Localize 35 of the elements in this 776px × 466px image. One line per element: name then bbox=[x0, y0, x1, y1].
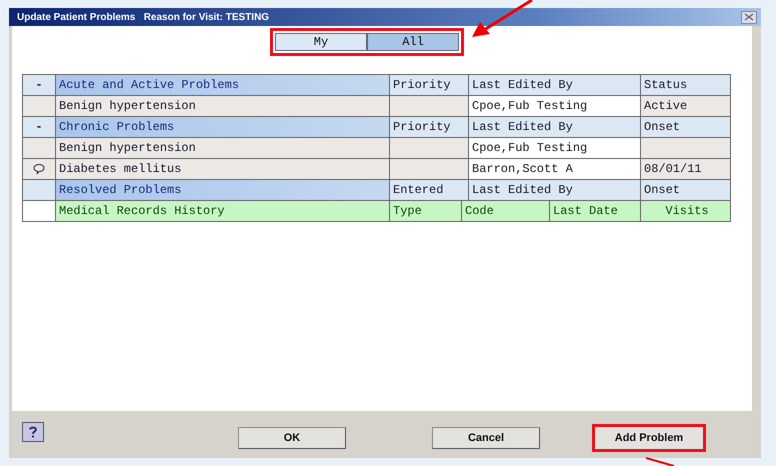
window-title: Update Patient Problems Reason for Visit: TESTING bbox=[17, 12, 270, 22]
close-icon bbox=[744, 13, 754, 21]
dialog-button[interactable]: Cancel bbox=[432, 426, 540, 448]
help-button[interactable] bbox=[22, 422, 44, 442]
column-header: Status bbox=[641, 75, 730, 95]
tab[interactable]: All bbox=[367, 33, 459, 51]
collapse-toggle[interactable]: - bbox=[23, 117, 56, 137]
column-header: Last Edited By bbox=[469, 75, 641, 95]
table-cell: Active bbox=[641, 96, 730, 116]
column-header: Code bbox=[462, 201, 550, 221]
column-header: Last Edited By bbox=[469, 117, 641, 137]
group-header[interactable]: Medical Records History bbox=[56, 201, 390, 221]
problem-name[interactable]: Benign hypertension bbox=[56, 96, 390, 116]
column-header: Visits bbox=[641, 201, 730, 221]
column-header: Onset bbox=[641, 117, 730, 137]
comment-icon bbox=[33, 163, 45, 175]
column-header: Priority bbox=[390, 75, 469, 95]
group-header[interactable]: Acute and Active Problems bbox=[56, 75, 390, 95]
problem-name[interactable]: Benign hypertension bbox=[56, 138, 390, 158]
table-cell: 08/01/11 bbox=[641, 159, 730, 179]
column-header: Type bbox=[390, 201, 462, 221]
tab[interactable]: My bbox=[275, 33, 367, 51]
collapse-toggle[interactable]: - bbox=[23, 75, 56, 95]
dialog-button[interactable]: Add Problem bbox=[595, 426, 703, 448]
column-header: Last Edited By bbox=[469, 180, 641, 200]
column-header: Onset bbox=[641, 180, 730, 200]
column-header: Priority bbox=[390, 117, 469, 137]
column-header: Entered bbox=[390, 180, 469, 200]
group-header[interactable]: Resolved Problems bbox=[56, 180, 390, 200]
problem-name[interactable]: Diabetes mellitus bbox=[56, 159, 390, 179]
help-icon bbox=[27, 424, 39, 438]
column-header: Last Date bbox=[550, 201, 641, 221]
close-button[interactable] bbox=[741, 10, 757, 24]
dialog-button[interactable]: OK bbox=[238, 426, 346, 448]
group-header[interactable]: Chronic Problems bbox=[56, 117, 390, 137]
